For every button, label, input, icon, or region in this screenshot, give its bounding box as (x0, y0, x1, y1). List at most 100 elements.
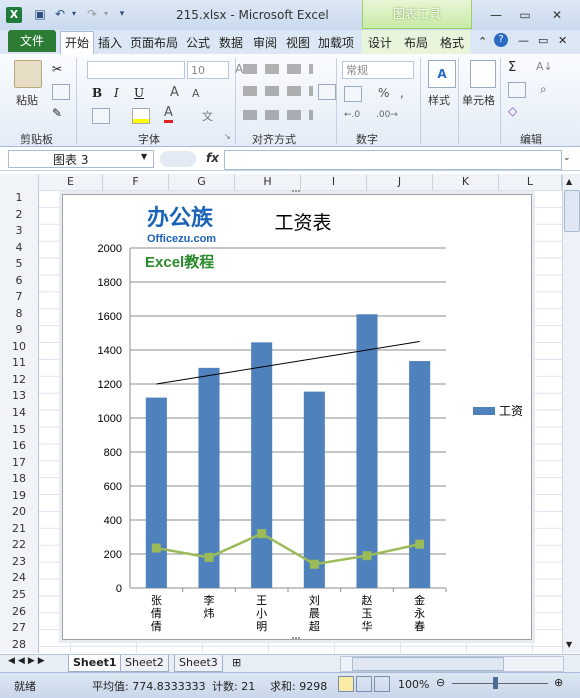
zoom-in-icon[interactable]: ⊕ (554, 676, 563, 689)
close-button[interactable]: ✕ (547, 8, 567, 22)
italic-button[interactable]: I (114, 86, 119, 100)
row-header[interactable]: 21 (0, 521, 38, 538)
row-header[interactable]: 23 (0, 554, 38, 571)
percent-button[interactable]: % (378, 86, 389, 100)
row-header[interactable]: 22 (0, 537, 38, 554)
tab-layout[interactable]: 布局 (404, 33, 428, 53)
bold-button[interactable]: B (92, 86, 102, 100)
paste-button[interactable]: 粘贴 (16, 92, 38, 108)
tab-home[interactable]: 开始 (60, 31, 94, 55)
clear-icon[interactable]: ◇ (508, 104, 517, 118)
sheet-nav-icons[interactable]: ◀◀▶▶ (8, 656, 48, 666)
insert-function-button[interactable]: fx (206, 151, 219, 165)
row-header[interactable]: 24 (0, 570, 38, 587)
align-top-row-icons[interactable] (243, 64, 313, 74)
maximize-button[interactable]: ▭ (515, 8, 535, 22)
vertical-scroll-thumb[interactable] (564, 190, 580, 232)
tab-insert[interactable]: 插入 (98, 33, 122, 53)
font-color-icon[interactable]: A (164, 106, 173, 123)
save-icon[interactable]: ▣ (32, 6, 48, 22)
vertical-scrollbar[interactable] (562, 174, 580, 653)
font-name-dropdown[interactable] (87, 61, 185, 79)
tab-format[interactable]: 格式 (440, 33, 464, 53)
scroll-up-icon[interactable]: ▲ (566, 177, 572, 186)
row-header[interactable]: 6 (0, 273, 38, 290)
expand-formula-bar-icon[interactable]: ⌄ (563, 153, 571, 163)
column-header[interactable]: L (499, 174, 562, 190)
insert-sheet-icon[interactable]: ⊞ (232, 656, 241, 669)
column-header[interactable]: G (169, 174, 235, 190)
row-header[interactable]: 28 (0, 637, 38, 654)
tab-file[interactable]: 文件 (8, 30, 56, 52)
row-header[interactable]: 27 (0, 620, 38, 637)
cut-icon[interactable]: ✂ (52, 62, 62, 76)
undo-dropdown-icon[interactable]: ▾ (66, 6, 82, 22)
zoom-slider-thumb[interactable] (493, 677, 498, 689)
row-header[interactable]: 8 (0, 306, 38, 323)
indent-row-icons[interactable] (243, 110, 313, 120)
zoom-level[interactable]: 100% (398, 678, 429, 691)
find-select-icon[interactable]: ⌕ (540, 82, 547, 97)
grow-font-icon[interactable]: A (235, 62, 243, 76)
comma-button[interactable]: , (400, 86, 404, 100)
tab-formulas[interactable]: 公式 (186, 33, 210, 53)
format-painter-icon[interactable]: ✎ (52, 106, 62, 120)
sheet-tab-sheet3[interactable]: Sheet3 (174, 655, 223, 672)
name-box-dropdown-icon[interactable]: ▼ (141, 152, 147, 161)
column-header[interactable]: J (367, 174, 433, 190)
column-header[interactable]: I (301, 174, 367, 190)
row-header[interactable]: 2 (0, 207, 38, 224)
merge-center-icon[interactable] (318, 84, 336, 100)
row-header[interactable]: 20 (0, 504, 38, 521)
increase-font-icon[interactable]: A (170, 85, 179, 100)
sheet-tab-sheet2[interactable]: Sheet2 (120, 655, 169, 672)
row-header[interactable]: 14 (0, 405, 38, 422)
tab-addins[interactable]: 加载项 (318, 33, 354, 53)
row-header[interactable]: 16 (0, 438, 38, 455)
row-header[interactable]: 7 (0, 289, 38, 306)
sort-filter-icon[interactable]: A↓ (536, 60, 553, 73)
decrease-font-icon[interactable]: A (192, 87, 200, 100)
row-header[interactable]: 1 (0, 190, 38, 207)
tab-page-layout[interactable]: 页面布局 (130, 33, 178, 53)
row-header[interactable]: 9 (0, 322, 38, 339)
doc-restore-icon[interactable]: ▭ (538, 34, 548, 47)
minimize-button[interactable]: — (486, 8, 506, 22)
fill-icon[interactable] (508, 82, 526, 98)
autosum-button[interactable]: Σ (508, 60, 516, 75)
horizontal-scroll-thumb[interactable] (352, 657, 504, 671)
styles-button[interactable]: 样式 (428, 92, 450, 108)
sheet-tab-sheet1[interactable]: Sheet1 (68, 655, 122, 672)
chart-resize-handle-top[interactable] (292, 190, 300, 196)
tab-view[interactable]: 视图 (286, 33, 310, 53)
font-dialog-launcher-icon[interactable]: ↘ (224, 132, 231, 141)
redo-dropdown-icon[interactable]: ▾ (98, 6, 114, 22)
paste-icon[interactable] (14, 60, 42, 88)
number-format-dropdown[interactable]: 常规 (342, 61, 414, 79)
tab-design[interactable]: 设计 (368, 33, 392, 53)
underline-button[interactable]: U (134, 86, 144, 100)
select-all-corner[interactable] (0, 174, 39, 190)
currency-icon[interactable] (344, 86, 362, 102)
row-header[interactable]: 18 (0, 471, 38, 488)
column-header[interactable]: H (235, 174, 301, 190)
formula-bar-resize[interactable] (160, 151, 196, 167)
tab-data[interactable]: 数据 (219, 33, 243, 53)
row-header[interactable]: 17 (0, 455, 38, 472)
align-middle-row-icons[interactable] (243, 86, 313, 96)
row-header[interactable]: 15 (0, 422, 38, 439)
increase-decimal-icon[interactable]: ←.0 (344, 110, 360, 120)
page-break-view-icon[interactable] (374, 676, 390, 692)
cells-button[interactable]: 单元格 (462, 92, 495, 108)
font-size-dropdown[interactable]: 10 (187, 61, 229, 79)
scroll-down-icon[interactable]: ▼ (566, 640, 572, 649)
doc-close-icon[interactable]: ✕ (558, 34, 567, 47)
row-header[interactable]: 26 (0, 604, 38, 621)
normal-view-icon[interactable] (338, 676, 354, 692)
column-header[interactable]: E (39, 174, 103, 190)
zoom-slider[interactable] (452, 683, 548, 684)
doc-minimize-icon[interactable]: — (518, 34, 529, 47)
page-layout-view-icon[interactable] (356, 676, 372, 692)
excel-app-icon[interactable]: X (6, 7, 22, 23)
row-header[interactable]: 13 (0, 388, 38, 405)
